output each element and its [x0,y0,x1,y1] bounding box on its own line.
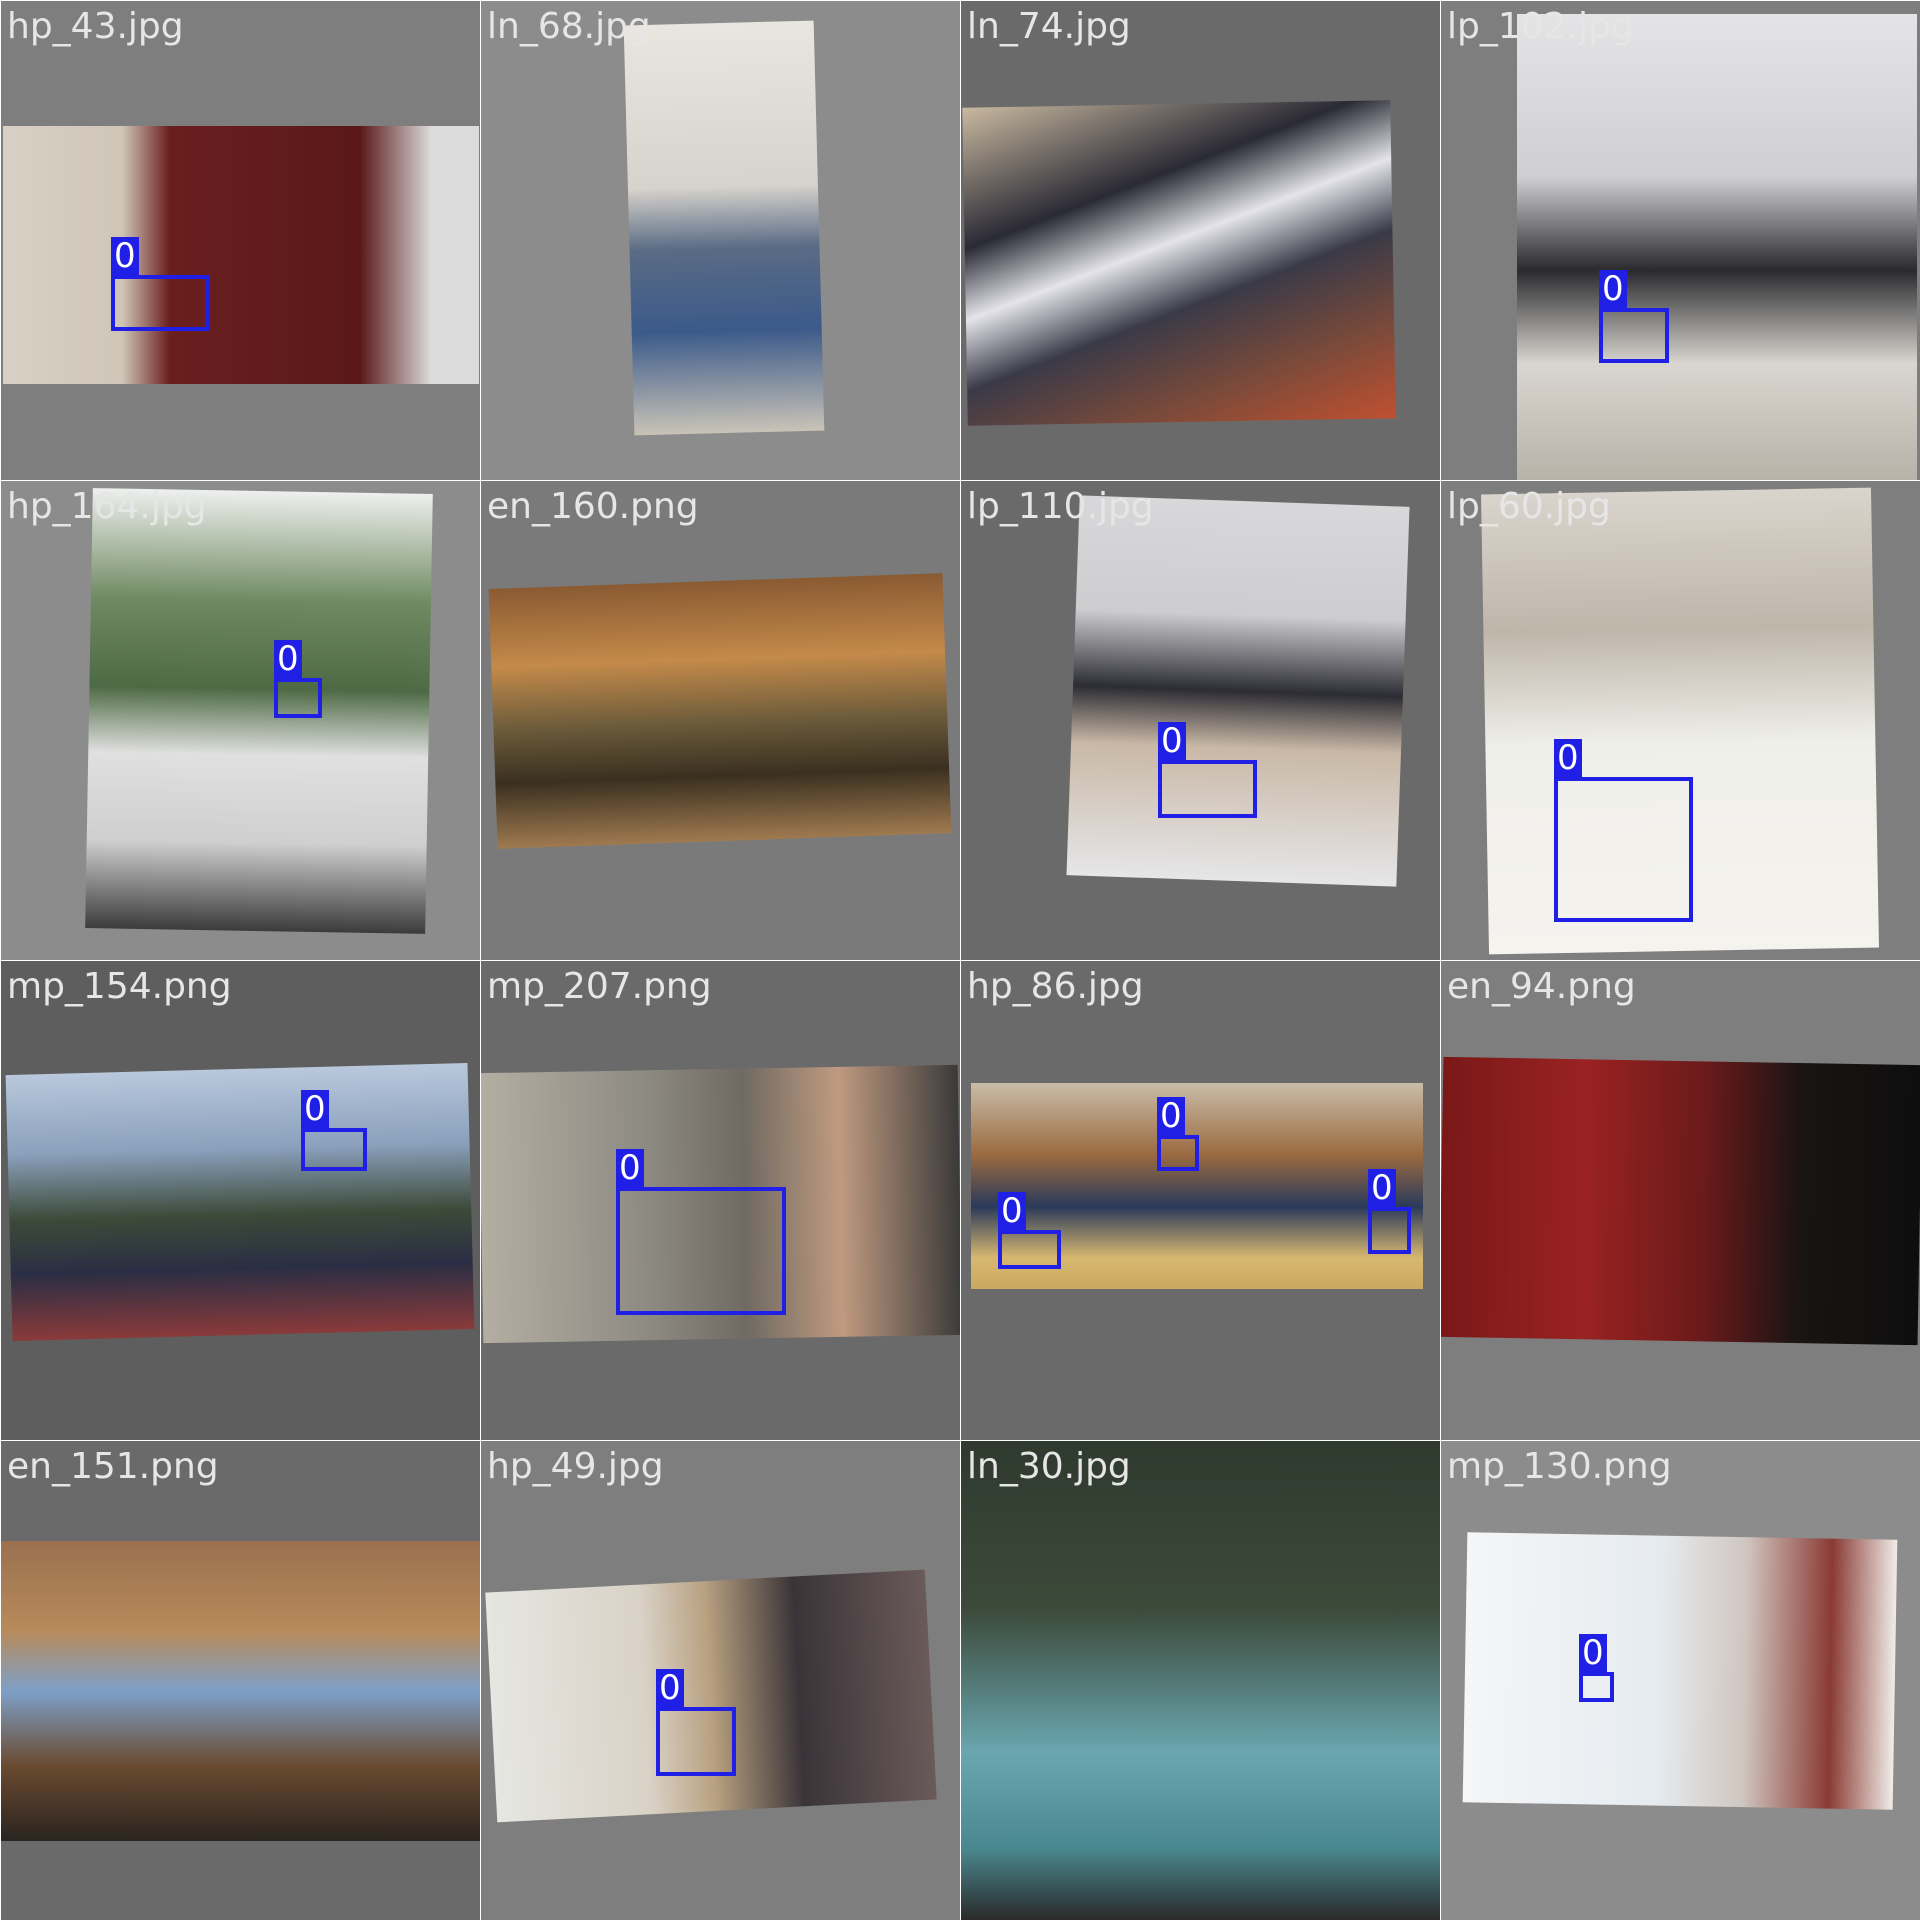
detection-box: 0 [1599,270,1669,363]
image-tile[interactable]: hp_164.jpg 0 [1,481,480,960]
image-tile[interactable]: hp_43.jpg 0 [1,1,480,480]
tile-filename: en_151.png [7,1446,219,1487]
tile-filename: en_160.png [487,486,699,527]
image-tile[interactable]: lp_60.jpg 0 [1441,481,1920,960]
image-tile[interactable]: en_94.png [1441,961,1920,1440]
detection-box: 0 [616,1149,786,1315]
tile-filename: hp_43.jpg [7,6,184,47]
image-tile[interactable]: lp_110.jpg 0 [961,481,1440,960]
detection-box: 0 [111,237,209,331]
tile-filename: en_94.png [1447,966,1636,1007]
detection-class-label: 0 [998,1192,1026,1230]
detection-class-label: 0 [1599,270,1627,308]
image-tile[interactable]: mp_154.png 0 [1,961,480,1440]
tile-filename: hp_86.jpg [967,966,1144,1007]
tile-filename: ln_74.jpg [967,6,1131,47]
tile-filename: lp_102.jpg [1447,6,1634,47]
detection-box: 0 [274,640,322,718]
image-tile[interactable]: ln_74.jpg [961,1,1440,480]
detection-class-label: 0 [274,640,302,678]
tile-photo [1517,14,1917,480]
tile-photo [1441,1056,1920,1346]
detection-box: 0 [1579,1634,1614,1702]
tile-photo [3,126,479,384]
tile-filename: lp_110.jpg [967,486,1154,527]
detection-box: 0 [301,1090,367,1171]
detection-class-label: 0 [1368,1169,1396,1207]
detection-class-label: 0 [301,1090,329,1128]
image-tile[interactable]: mp_130.png 0 [1441,1441,1920,1920]
tile-photo [5,1062,475,1342]
image-tile[interactable]: hp_49.jpg 0 [481,1441,960,1920]
image-tile[interactable]: hp_86.jpg 0 0 0 [961,961,1440,1440]
detection-class-label: 0 [1554,739,1582,777]
tile-photo [1066,495,1410,887]
detection-box: 0 [1158,722,1257,818]
detection-class-label: 0 [111,237,139,275]
tile-filename: ln_30.jpg [967,1446,1131,1487]
image-tile[interactable]: en_151.png [1,1441,480,1920]
detection-box: 0 [656,1669,736,1776]
tile-photo [1462,1532,1898,1810]
detection-class-label: 0 [1579,1634,1607,1672]
image-tile[interactable]: ln_30.jpg [961,1441,1440,1920]
tile-photo [623,20,825,436]
image-tile[interactable]: mp_207.png 0 [481,961,960,1440]
tile-photo [962,100,1396,426]
tile-photo [1,1541,480,1841]
detection-class-label: 0 [656,1669,684,1707]
tile-photo [85,488,433,934]
tile-filename: mp_154.png [7,966,232,1007]
detection-box: 0 [998,1192,1061,1269]
tile-filename: hp_49.jpg [487,1446,664,1487]
image-tile[interactable]: ln_68.jpg [481,1,960,480]
image-tile[interactable]: lp_102.jpg 0 [1441,1,1920,480]
tile-photo [488,573,952,849]
detection-box: 0 [1368,1169,1411,1254]
tile-filename: lp_60.jpg [1447,486,1611,527]
tile-photo [961,1441,1440,1920]
image-tile[interactable]: en_160.png [481,481,960,960]
detection-class-label: 0 [616,1149,644,1187]
detection-class-label: 0 [1158,722,1186,760]
detection-box: 0 [1554,739,1693,922]
tile-filename: mp_130.png [1447,1446,1672,1487]
detection-box: 0 [1157,1097,1199,1171]
detection-mosaic-grid: hp_43.jpg 0 ln_68.jpg ln_74.jpg lp_102.jpg 0 h… [0,0,1920,1920]
tile-photo [485,1569,937,1823]
tile-filename: mp_207.png [487,966,712,1007]
tile-filename: hp_164.jpg [7,486,207,527]
tile-filename: ln_68.jpg [487,6,651,47]
detection-class-label: 0 [1157,1097,1185,1135]
